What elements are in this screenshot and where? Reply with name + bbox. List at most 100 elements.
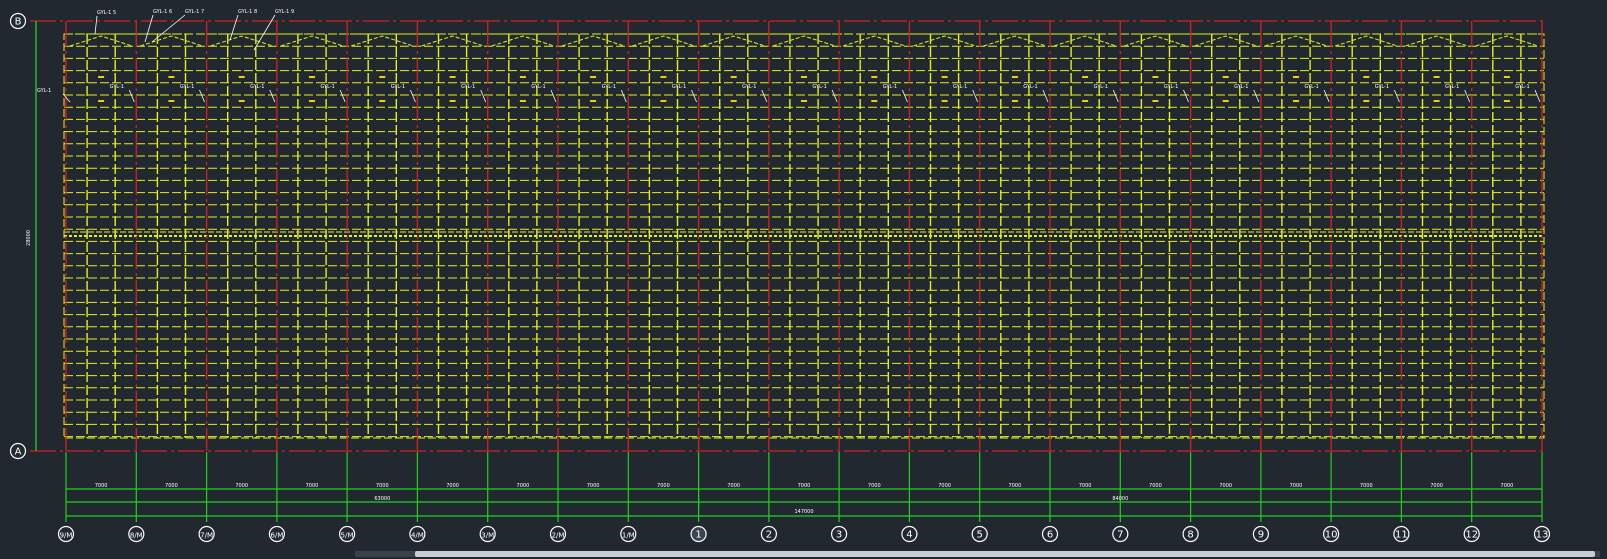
span-dimension-text: 7000 [376, 483, 389, 489]
bracing-line [1264, 35, 1328, 47]
bracing-line [842, 35, 906, 47]
bracing-line [1053, 35, 1117, 47]
total-dimension-text: 147000 [794, 509, 813, 515]
axis-bubble-label: 6/M [270, 532, 283, 540]
marker-tick [660, 76, 667, 78]
column-axis-bubble: 1/M [620, 525, 637, 543]
column-axis-bubble: 12 [1463, 525, 1480, 543]
span-dimension-text: 7000 [1219, 483, 1232, 489]
bay-tag: GYL-1 [180, 84, 194, 90]
bay-tag: GYL-1 [953, 84, 967, 90]
bay-tag: GYL-1 [742, 84, 756, 90]
bay-tag: GYL-1 [531, 84, 545, 90]
tag-leader [972, 89, 979, 103]
span-dimension-text: 7000 [1360, 483, 1373, 489]
leader-line [144, 14, 154, 43]
marker-tick [1011, 76, 1018, 78]
axis-bubble-label: 13 [1536, 530, 1549, 541]
axis-bubble-label: 2/M [552, 532, 565, 540]
bay-tag: GYL-1 [1375, 84, 1389, 90]
vertical-dimension: 28000 [26, 230, 32, 246]
axis-bubble-label: 7/M [200, 532, 213, 540]
bracing-line [210, 35, 274, 47]
leader-line [94, 15, 98, 35]
tag-leader [1534, 89, 1541, 103]
marker-tick [309, 100, 315, 102]
bay-tag: GYL-1 [1023, 84, 1037, 90]
column-axis-bubble: 6 [1041, 525, 1059, 543]
span-dimension-text: 7000 [1009, 483, 1022, 489]
bay-tag: GYL-1 [320, 84, 334, 90]
bay-tag: GYL-1 [461, 84, 475, 90]
bracing-line [1334, 35, 1398, 47]
tag-leader [339, 89, 346, 103]
bracing-line [983, 35, 1047, 47]
column-axis-bubble: 2/M [549, 525, 567, 543]
bracing-line [772, 35, 836, 47]
bay-tag: GYL-1 [1515, 84, 1529, 90]
marker-tick [519, 100, 526, 102]
marker-tick [730, 76, 737, 78]
axis-bubble-label: 4 [906, 530, 912, 541]
tag-leader [761, 89, 768, 103]
horizontal-scrollbar[interactable] [355, 551, 1600, 557]
bay-tag: GYL-1 [883, 84, 897, 90]
column-axis-bubble: 5 [971, 525, 988, 543]
bracing-line [1194, 35, 1258, 47]
dimension-lines: 7000 7000 7000 7000 7000 7000 7000 7000 7000 7000… [35, 21, 1543, 522]
column-axis-bubble: 3 [830, 525, 848, 543]
axis-bubble-label: A [15, 447, 22, 458]
leader-label: GYL-1 5 [97, 10, 116, 16]
cad-drawing-canvas[interactable]: GYL-1 GYL-1 GYL-1 GYL-1 GYL-1 GYL-1 GYL-1 GYL-1… [0, 0, 1607, 559]
vertical-dimension-text: 28000 [26, 230, 32, 246]
span-dimension-text: 7000 [1079, 483, 1092, 489]
marker-tick [1082, 76, 1089, 78]
bracing-line [632, 35, 695, 47]
marker-tick [590, 76, 597, 78]
axis-bubble-label: 5/M [341, 532, 354, 540]
tag-leader [1323, 89, 1330, 103]
span-dimension-text: 7000 [798, 483, 811, 489]
bracing-line [1124, 35, 1187, 47]
span-dimension-text: 7000 [165, 483, 178, 489]
marker-tick [1293, 100, 1299, 102]
span-dimension-text: 7000 [938, 483, 951, 489]
bay-tag: GYL-1 [250, 84, 264, 90]
axis-bubble-label: 1/M [622, 532, 635, 540]
marker-tick [1011, 100, 1018, 102]
bracing-line [1405, 35, 1468, 47]
bracing-line [421, 35, 484, 47]
column-axis-bubble: 7/M [198, 525, 215, 543]
row-axis-bubble: A [9, 442, 27, 460]
axis-bubble-label: 12 [1465, 530, 1478, 541]
tag-leader [1253, 89, 1260, 103]
column-axis-bubble: 6/M [268, 525, 285, 543]
marker-tick [449, 76, 456, 78]
axis-bubble-label: 8 [1187, 530, 1193, 541]
axis-bubble-label: B [15, 17, 22, 28]
marker-tick [379, 100, 386, 102]
bay-tag: GYL-1 [1164, 84, 1178, 90]
span-dimension-text: 7000 [657, 483, 670, 489]
span-dimension-text: 7000 [235, 483, 248, 489]
marker-tick [168, 76, 175, 78]
column-axis-bubble: 10 [1322, 525, 1340, 543]
bracing-line [491, 35, 555, 47]
bracing-line [140, 35, 203, 47]
subtotal-dimension-text: 63000 [374, 496, 390, 502]
marker-tick [238, 76, 245, 78]
column-axis-bubble: 1 [690, 525, 707, 543]
marker-tick [871, 76, 878, 78]
bracing-line [561, 35, 625, 47]
marker-tick [1433, 76, 1440, 78]
leader-label: GYL-1 8 [238, 9, 257, 15]
column-axis-bubble: 9/M [57, 525, 75, 543]
axis-bubble-label: 5 [977, 530, 983, 541]
tag-leader [410, 89, 416, 103]
marker-tick [98, 76, 105, 78]
marker-tick [1152, 100, 1159, 102]
marker-tick [309, 76, 315, 78]
column-axis-bubble: 11 [1393, 525, 1410, 543]
bay-tag: GYL-1 [1445, 84, 1459, 90]
scrollbar-thumb[interactable] [415, 551, 1595, 557]
